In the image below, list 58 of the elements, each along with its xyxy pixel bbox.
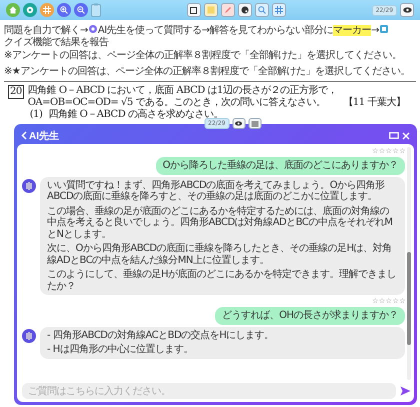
menu-button[interactable] <box>248 118 262 129</box>
window-icon <box>389 132 399 139</box>
square-tool-button[interactable] <box>186 3 201 17</box>
zoom-out-icon <box>77 6 85 14</box>
home-icon <box>9 6 17 14</box>
ai-icon <box>88 25 97 33</box>
instruction-text: AI先生を使って質問する→解答を見てわからない部分に <box>98 25 334 36</box>
menu-icon <box>251 120 258 126</box>
user-message: Oから降ろした垂線の足は、底面のどこにありますか？ <box>156 157 405 174</box>
problem-statement: 四角錐 O－ABCD において，底面 ABCD は1辺の長さが２の正方形で，OA=OB=OC=OD= √5 である。このとき，次の問いに答えなさい。 <box>28 85 337 108</box>
minimize-button[interactable] <box>389 132 399 139</box>
grid-icon <box>43 6 51 14</box>
palette-button[interactable] <box>238 3 252 17</box>
user-message: どうすれば、OHの長さが求まりますか？ <box>215 307 405 324</box>
pen-icon <box>224 6 232 14</box>
close-icon <box>402 132 410 140</box>
home-button[interactable] <box>6 3 20 17</box>
note-text: ※★アンケートの回答は、ページ全体の正解率８割程度で「全部解けた」を選択してください。 <box>4 66 416 82</box>
scrollbar[interactable] <box>407 147 411 380</box>
source-label: 【11 千葉大】 <box>343 97 406 108</box>
zoom-out-button[interactable] <box>74 3 88 17</box>
grid-icon <box>274 6 283 14</box>
message-paragraph: - Hは四角形の中心に位置します。 <box>47 344 194 356</box>
instruction-text: クイズ機能で結果を報告 <box>4 37 108 48</box>
zoom-in-icon <box>60 6 68 14</box>
zoom-in-button[interactable] <box>57 3 71 17</box>
send-button[interactable] <box>400 386 411 396</box>
eye-icon <box>402 7 412 13</box>
instruction-text: 問題を自力で解く→ <box>4 25 88 36</box>
marker-tool-button[interactable] <box>220 3 235 17</box>
close-button[interactable] <box>402 132 410 140</box>
visibility-button[interactable] <box>400 3 414 17</box>
question-label: (1) <box>30 109 42 121</box>
assistant-avatar-icon <box>22 328 36 342</box>
eye-icon <box>234 121 243 126</box>
assistant-avatar-icon <box>22 178 36 192</box>
square-icon <box>190 6 198 14</box>
note-icon <box>206 6 215 14</box>
message-paragraph: この場合、垂線の足が底面のどこにあるかを特定するためには、底面の対角線の中点を考えると良いでしょう。四角形ABCDは対角線ADとBCの中点をそれぞれMとNとします。 <box>47 206 394 240</box>
message-paragraph: 次に、Oから四角形ABCDの底面に垂線を降ろしたとき、その垂線の足Hは、対角線ADとBCの中点を結んだ線分MN上に位置します。 <box>47 243 393 266</box>
send-icon <box>400 386 411 396</box>
chevron-left-icon <box>21 131 27 140</box>
message-paragraph: - 四角形ABCDの対角線ACとBDの交点をHにします。 <box>47 330 275 341</box>
clipboard-icon[interactable] <box>91 3 101 17</box>
back-button[interactable]: AI先生 <box>21 128 59 142</box>
quiz-icon <box>380 25 388 33</box>
message-input[interactable]: ご質問はこちらに入力ください。 <box>22 383 396 399</box>
message-paragraph: このようにして、垂線の足Hが底面のどこにあるかを特定できます。理解できましたか？ <box>47 269 398 292</box>
problem-number: 20 <box>8 85 24 99</box>
grid-view-button[interactable] <box>272 3 286 17</box>
visibility-button[interactable] <box>232 118 246 129</box>
message-paragraph: いい質問ですね！まず、四角形ABCDの底面を考えてみましょう。Oから四角形ABCDの底面に垂線を降ろすと、その垂線の足は底面のどこかに位置します。 <box>47 180 386 202</box>
note-text: ※アンケートの回答は、ページ全体の正解率８割程度で「全部解けた」を選択してください。 <box>4 50 402 62</box>
search-icon <box>258 6 266 14</box>
highlighted-text: マーカー <box>333 25 372 36</box>
instruction-text: → <box>371 25 379 36</box>
question-text: 四角錐 O－ABCD の高さを求めなさい。 <box>48 109 223 120</box>
palette-icon <box>240 6 249 14</box>
